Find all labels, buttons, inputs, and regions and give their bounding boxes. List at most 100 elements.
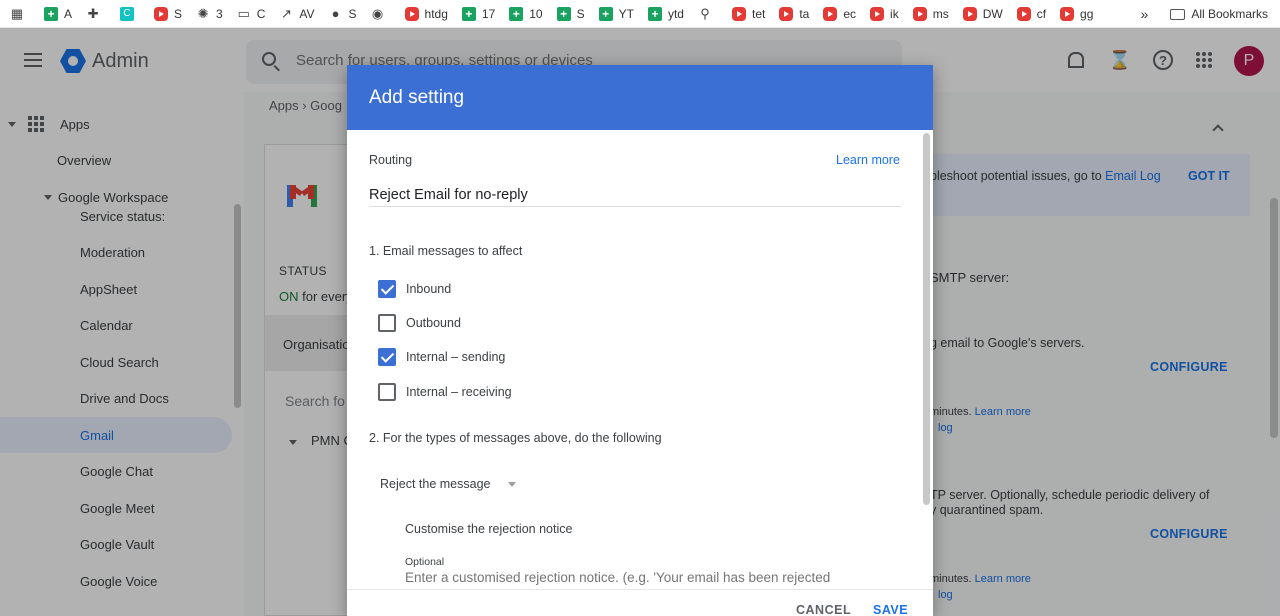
rejection-notice-input[interactable] [405,570,885,585]
github-icon: ◉ [371,5,384,21]
bookmarks-bar: ▦ + A ✚ C S ✺ 3 ▭ C ↗ AV ● S ◉ htdg +17 +10 + S + YT + ytd ⚲ tet t… [0,0,1280,28]
checkbox-checked-icon[interactable] [378,348,396,366]
action-select[interactable]: Reject the message [380,474,528,494]
bookmark-item[interactable]: ✺ 3 [196,5,223,21]
bookmark-label: AV [299,6,315,21]
add-setting-dialog: Add setting Routing Learn more 1. Email … [347,65,933,616]
dropdown-arrow-icon [508,481,517,487]
cancel-button[interactable]: CANCEL [796,603,851,616]
sheets-icon: + [556,6,571,21]
optional-label: Optional [405,556,445,568]
checkbox-label: Internal – receiving [406,385,512,399]
app-grid-icon: ▦ [10,5,24,21]
bookmark-item[interactable]: ik [870,6,899,21]
bookmark-item[interactable]: htdg [404,6,448,21]
save-button[interactable]: SAVE [873,603,908,616]
dialog-body: Routing Learn more 1. Email messages to … [347,130,933,590]
bookmarks-overflow-icon[interactable]: » [1141,6,1149,22]
bookmark-item[interactable]: + S [556,6,585,21]
bookmark-item[interactable]: tet [731,6,766,21]
bookmark-label: ec [843,6,857,21]
youtube-icon [823,6,838,21]
trend-icon: ↗ [280,5,292,21]
bookmark-item[interactable]: ↗ AV [279,5,315,21]
bookmark-item[interactable]: ◉ [371,5,391,21]
bookmark-item[interactable]: + A [44,6,72,21]
youtube-icon [912,6,927,21]
section-label: Routing [369,153,413,167]
action-select-value: Reject the message [380,477,491,491]
globe-icon: ● [331,6,340,21]
bookmark-label: ms [932,6,949,21]
dialog-header: Add setting [347,65,933,130]
bookmark-label: ik [890,6,899,21]
youtube-icon [731,6,746,21]
bookmark-item[interactable]: + ytd [647,6,684,21]
youtube-icon [1016,6,1031,21]
bookmark-item[interactable]: ⚲ [698,5,718,21]
bookmark-item[interactable]: S [154,6,183,21]
bookmark-item[interactable]: ▭ C [237,5,266,21]
bookmark-item[interactable]: gg [1060,6,1094,21]
bookmark-label: C [256,6,266,21]
bookmark-item[interactable]: ta [779,6,810,21]
dialog-title: Add setting [369,87,465,108]
bookmark-item[interactable]: ▦ [10,5,30,21]
youtube-icon [404,6,419,21]
bookmark-item[interactable]: cf [1016,6,1047,21]
learn-more-link[interactable]: Learn more [836,153,900,167]
sheets-icon: + [647,6,662,21]
checkbox-label: Internal – sending [406,350,506,364]
openai-icon: ✺ [197,5,209,21]
bookmark-item[interactable]: C [120,6,140,21]
youtube-icon [779,6,794,21]
dialog-scrollbar[interactable] [923,133,930,505]
bookmark-item[interactable]: DW [962,6,1003,21]
bookmark-label: 3 [216,6,223,21]
checkbox-label: Outbound [406,316,461,330]
folder-icon: ▭ [237,5,250,21]
bookmarks-right: » All Bookmarks [1141,0,1268,28]
sheets-icon: + [509,6,524,21]
checkbox-row[interactable]: Internal – receiving [378,382,512,402]
puzzle-icon: ✚ [87,5,99,21]
bookmark-label: 17 [481,6,496,21]
canva-icon: C [120,6,135,21]
checkbox-row[interactable]: Outbound [378,313,461,333]
step-1-heading: 1. Email messages to affect [369,244,523,258]
sheets-icon: + [44,6,58,21]
sheets-icon: + [598,6,613,21]
sheets-icon: + [461,6,476,21]
all-bookmarks-link[interactable]: All Bookmarks [1191,7,1268,21]
bookmark-item[interactable]: +10 [509,6,543,21]
setting-description-input[interactable] [369,183,901,207]
checkbox-row[interactable]: Inbound [378,279,451,299]
bookmark-label: S [174,6,183,21]
checkbox-unchecked-icon[interactable] [378,314,396,332]
bookmark-label: gg [1080,6,1094,21]
bookmark-label: ytd [667,6,684,21]
customise-notice-label: Customise the rejection notice [405,522,573,536]
bookmark-item[interactable]: ● S [329,6,357,21]
bookmark-label: YT [618,6,634,21]
youtube-icon [962,6,977,21]
dialog-footer: CANCEL SAVE [347,589,933,616]
youtube-icon [154,6,169,21]
checkbox-label: Inbound [406,282,452,296]
folder-icon [1170,8,1186,20]
checkbox-row[interactable]: Internal – sending [378,347,505,367]
bookmark-item[interactable]: ✚ [86,5,106,21]
bookmark-label: cf [1036,6,1047,21]
checkbox-unchecked-icon[interactable] [378,383,396,401]
youtube-icon [1060,6,1075,21]
bookmark-label: S [576,6,585,21]
checkbox-checked-icon[interactable] [378,280,396,298]
bookmark-item[interactable]: ec [823,6,857,21]
pin-icon: ⚲ [700,5,710,21]
bookmark-item[interactable]: +17 [461,6,496,21]
bookmark-label: ta [799,6,810,21]
bookmark-item[interactable]: ms [912,6,949,21]
bookmark-label: tet [751,6,766,21]
bookmark-label: 10 [529,6,543,21]
bookmark-item[interactable]: + YT [598,6,634,21]
